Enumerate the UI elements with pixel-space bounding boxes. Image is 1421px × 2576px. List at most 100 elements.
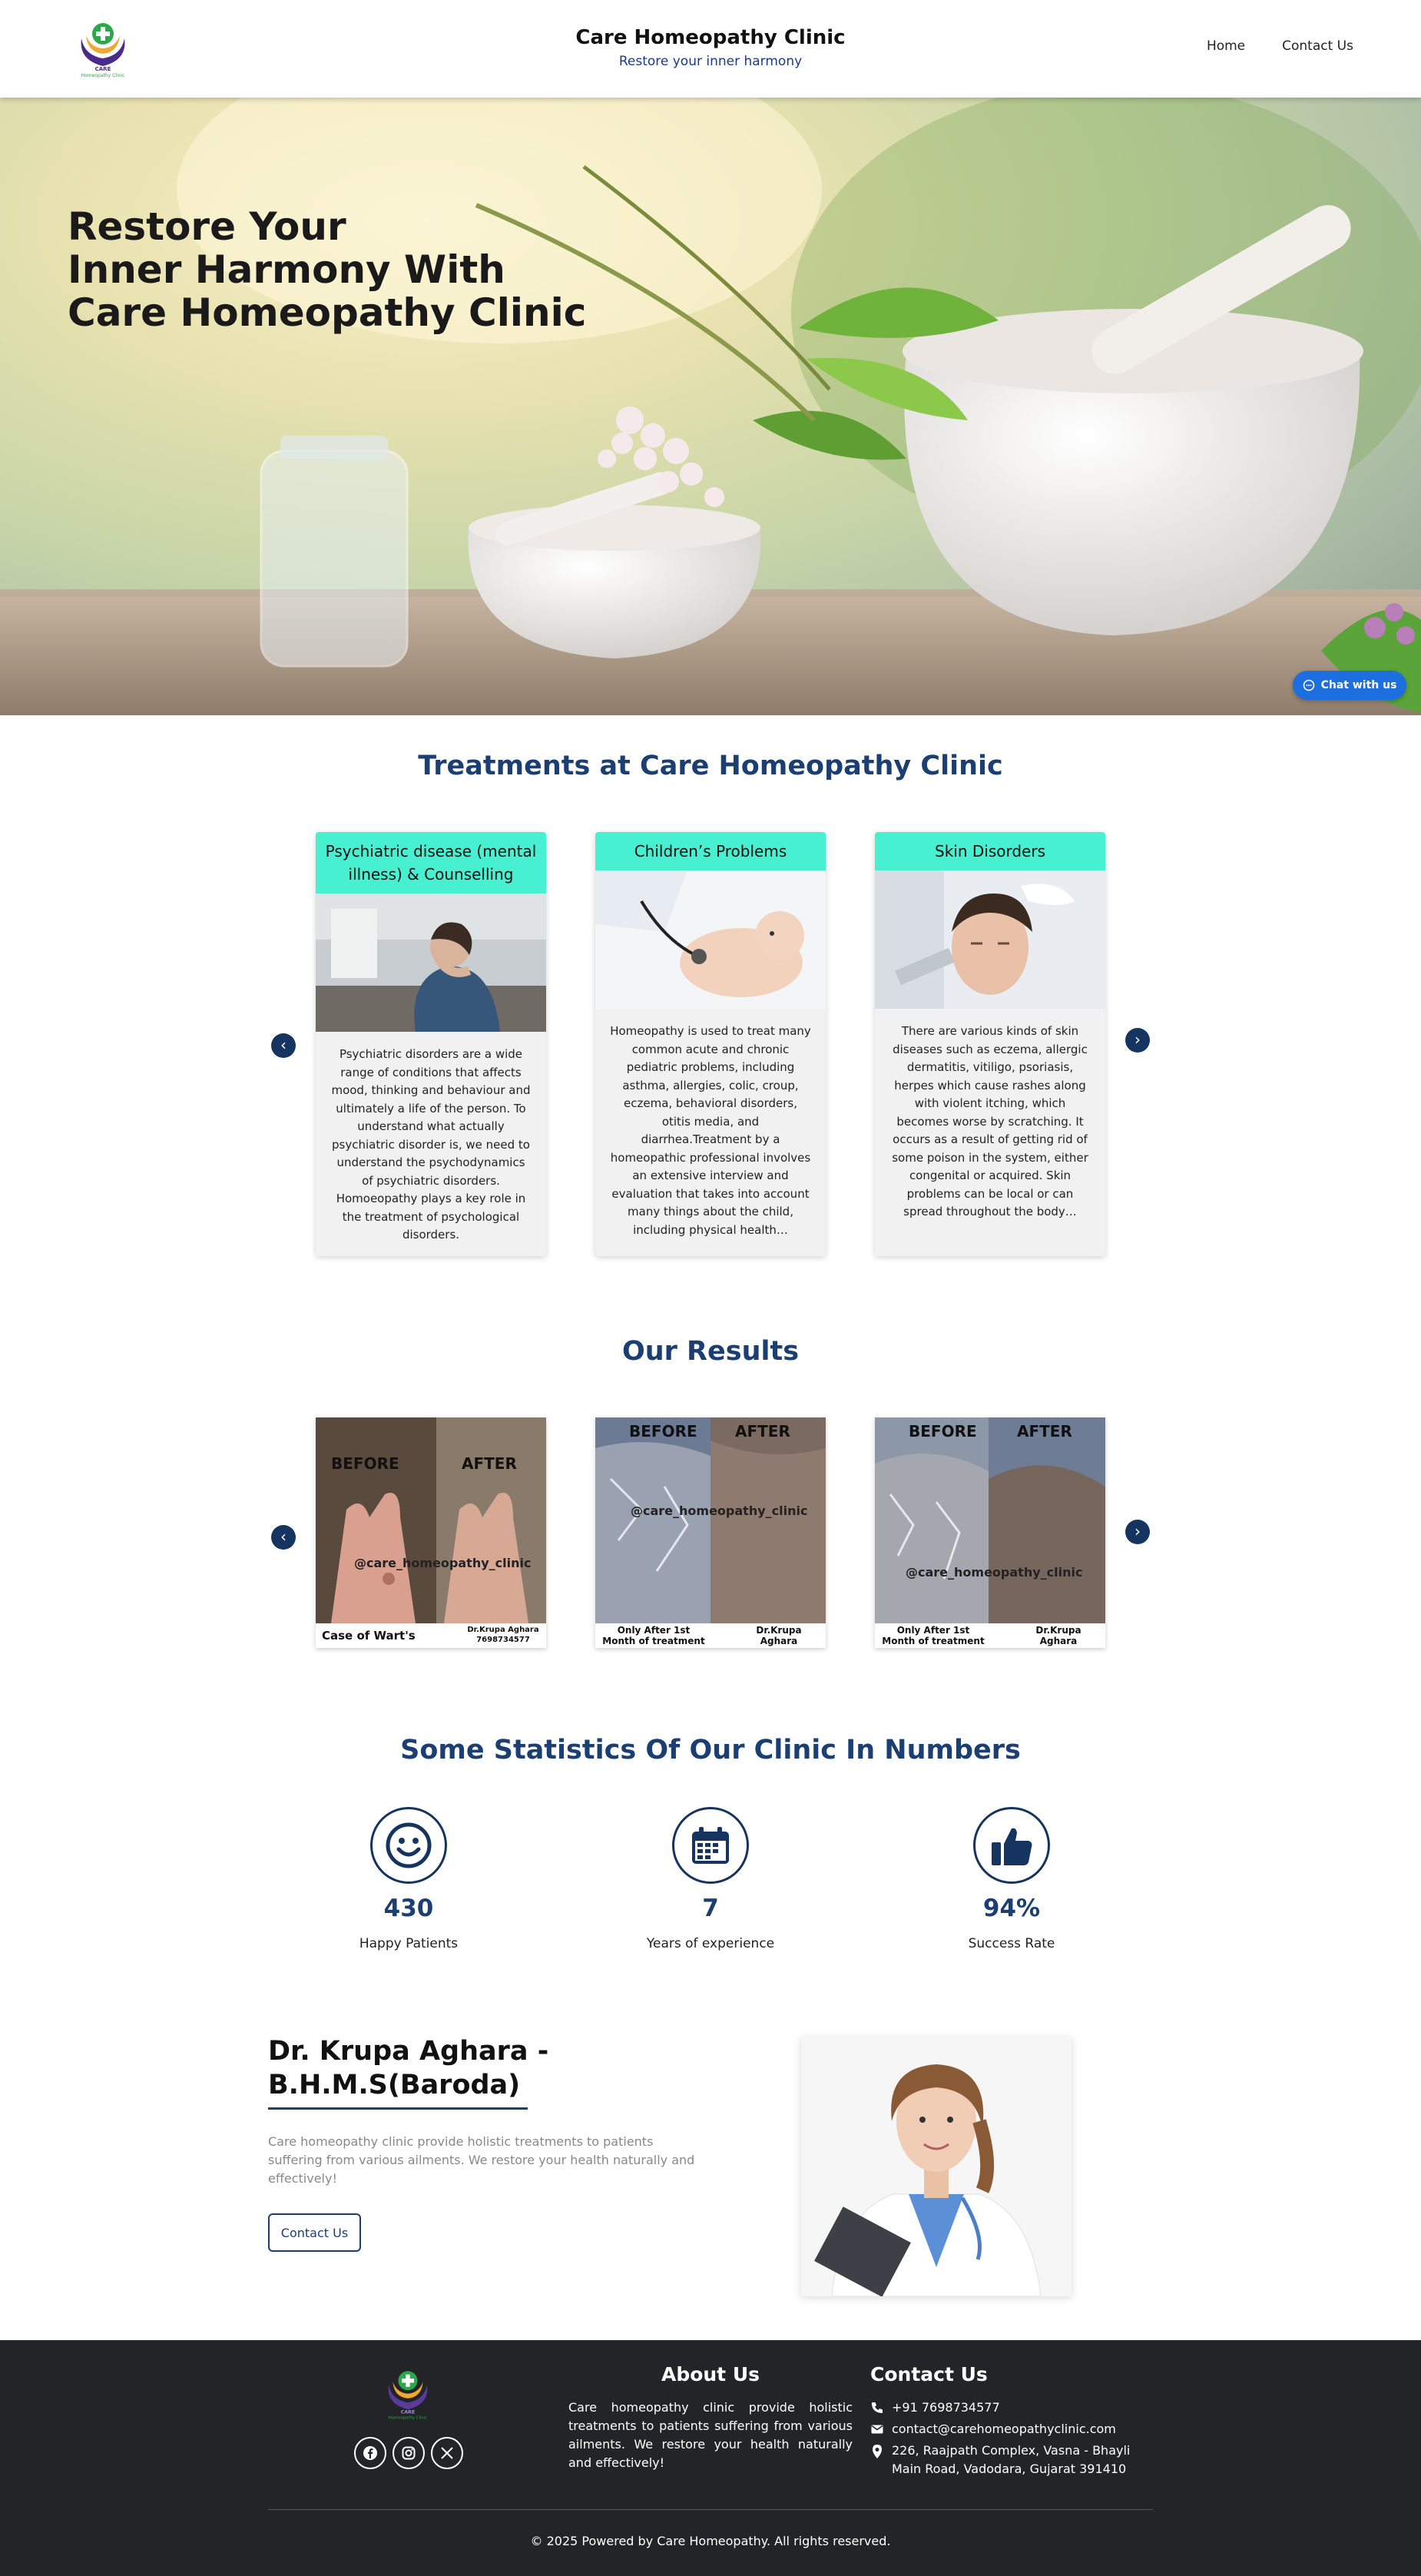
result-phone: 7698734577	[1016, 1646, 1101, 1648]
result-caption-bar: Only After 1st Month of treatment Dr.Kru…	[595, 1623, 826, 1648]
stat-label: Happy Patients	[359, 1936, 459, 1951]
stat-label: Success Rate	[968, 1936, 1055, 1951]
svg-text:Homeopathy Clinic: Homeopathy Clinic	[81, 73, 125, 78]
result-doctor: Dr.Krupa Aghara	[1035, 1625, 1081, 1646]
thumbs-up-icon	[992, 1828, 1032, 1865]
result-doctor-info: Dr.Krupa Aghara 7698734577	[737, 1625, 821, 1648]
brand: Care Homeopathy Clinic Restore your inne…	[480, 26, 941, 69]
hero-banner: Restore Your Inner Harmony With Care Hom…	[0, 98, 1421, 715]
result-caption-bar: Only After 1st Month of treatment Dr.Kru…	[875, 1623, 1105, 1648]
result-doctor-info: Dr.Krupa Aghara 7698734577	[1016, 1625, 1101, 1648]
results-prev-arrow[interactable]: ‹	[271, 1525, 296, 1550]
svg-text:CARE: CARE	[95, 66, 111, 72]
results-next-arrow[interactable]: ›	[1125, 1520, 1150, 1544]
chat-label: Chat with us	[1320, 679, 1397, 691]
results-title: Our Results	[621, 1336, 800, 1367]
treatment-card-title: Children’s Problems	[595, 832, 826, 870]
after-image	[710, 1417, 826, 1623]
treatment-image-psychiatric	[316, 893, 546, 1032]
clinic-logo[interactable]: CARE Homeopathy Clinic	[68, 12, 138, 80]
result-phone: 7698734577	[737, 1646, 821, 1648]
treatments-prev-arrow[interactable]: ‹	[271, 1033, 296, 1058]
stat-icon-ring	[672, 1807, 749, 1884]
mail-icon	[871, 2425, 883, 2434]
facebook-icon	[363, 2446, 377, 2460]
instagram-icon	[402, 2446, 416, 2460]
stat-icon-ring	[370, 1807, 447, 1884]
footer-divider	[268, 2509, 1153, 2510]
footer-email[interactable]: contact@carehomeopathyclinic.com	[870, 2420, 1116, 2438]
footer-logo[interactable]: CARE Homeopathy Clinic	[376, 2360, 439, 2423]
doctor-underline	[268, 2107, 528, 2110]
doctor-name-line: Dr. Krupa Aghara -	[268, 2036, 549, 2067]
treatment-card-text: Psychiatric disorders are a wide range o…	[331, 1047, 531, 1242]
result-caption: Only After 1st Month of treatment	[602, 1625, 705, 1646]
hero-title-line: Inner Harmony With	[68, 247, 505, 292]
footer-address-text: 226, Raajpath Complex, Vasna - Bhayli Ma…	[892, 2443, 1131, 2476]
footer-email-text: contact@carehomeopathyclinic.com	[892, 2422, 1116, 2436]
before-image	[316, 1417, 436, 1623]
footer-phone[interactable]: +91 7698734577	[870, 2399, 1000, 2417]
treatment-card[interactable]: Psychiatric disease (mental illness) & C…	[316, 832, 546, 1256]
footer-about-text: Care homeopathy clinic provide holistic …	[568, 2400, 853, 2470]
treatment-card[interactable]: Skin Disorders There are various kinds o…	[875, 832, 1105, 1256]
doctor-illustration	[801, 2037, 1072, 2296]
footer-phone-text: +91 7698734577	[892, 2400, 1000, 2415]
nav-home[interactable]: Home	[1207, 38, 1245, 54]
treatment-card[interactable]: Children’s Problems Homeopathy is used t…	[595, 832, 826, 1256]
facebook-link[interactable]	[354, 2437, 386, 2469]
nav-contact-us[interactable]: Contact Us	[1282, 38, 1353, 54]
hero-title: Restore Your Inner Harmony With Care Hom…	[68, 205, 586, 334]
after-label: AFTER	[735, 1422, 790, 1441]
before-image	[875, 1417, 989, 1623]
result-watermark: @care_homeopathy_clinic	[354, 1556, 532, 1570]
hero-title-line: Care Homeopathy Clinic	[68, 290, 587, 335]
stat-icon-ring	[973, 1807, 1050, 1884]
smile-icon	[386, 1822, 432, 1868]
after-image	[436, 1417, 546, 1623]
treatments-title: Treatments at Care Homeopathy Clinic	[418, 751, 1003, 781]
x-twitter-link[interactable]	[431, 2437, 463, 2469]
site-footer: CARE Homeopathy Clinic About Us Care hom…	[0, 2340, 1421, 2576]
before-label: BEFORE	[909, 1422, 977, 1441]
result-phone: 7698734577	[476, 1636, 530, 1644]
treatment-card-title: Skin Disorders	[875, 832, 1105, 870]
contact-us-button[interactable]: Contact Us	[268, 2213, 361, 2252]
site-header: CARE Homeopathy Clinic Care Homeopathy C…	[0, 0, 1421, 98]
result-card[interactable]: BEFORE AFTER @care_homeopathy_clinic Onl…	[595, 1417, 826, 1648]
chat-with-us-button[interactable]: Chat with us	[1293, 671, 1406, 700]
result-doctor-info: Dr.Krupa Aghara 7698734577	[465, 1625, 542, 1645]
treatment-image-child	[595, 870, 826, 1009]
result-caption: Only After 1st Month of treatment	[882, 1625, 985, 1646]
result-caption: Case of Wart's	[322, 1629, 416, 1643]
after-label: AFTER	[1017, 1422, 1072, 1441]
doctor-name: Dr. Krupa Aghara - B.H.M.S(Baroda)	[268, 2034, 548, 2102]
x-icon	[441, 2447, 453, 2459]
result-card[interactable]: BEFORE AFTER @care_homeopathy_clinic Cas…	[316, 1417, 546, 1648]
site-title: Care Homeopathy Clinic	[575, 26, 846, 49]
stat-label: Years of experience	[646, 1936, 775, 1951]
result-card[interactable]: BEFORE AFTER @care_homeopathy_clinic Onl…	[875, 1417, 1105, 1648]
location-pin-icon	[873, 2445, 882, 2458]
doctor-photo	[801, 2037, 1072, 2296]
hero-image	[0, 98, 1421, 715]
footer-address: 226, Raajpath Complex, Vasna - Bhayli Ma…	[870, 2442, 1147, 2478]
treatment-card-title: Psychiatric disease (mental illness) & C…	[316, 832, 546, 893]
stat-value: 94%	[982, 1895, 1041, 1922]
svg-text:Homeopathy Clinic: Homeopathy Clinic	[389, 2416, 427, 2421]
hero-title-line: Restore Your	[68, 204, 346, 249]
treatment-card-text: Homeopathy is used to treat many common …	[610, 1024, 811, 1237]
stats-title: Some Statistics Of Our Clinic In Numbers	[400, 1735, 1021, 1765]
chat-icon	[1303, 679, 1314, 691]
calendar-icon	[692, 1827, 729, 1864]
treatments-next-arrow[interactable]: ›	[1125, 1028, 1150, 1053]
after-label: AFTER	[462, 1454, 517, 1473]
footer-copyright: © 2025 Powered by Care Homeopathy. All r…	[530, 2534, 891, 2548]
result-watermark: @care_homeopathy_clinic	[906, 1565, 1083, 1580]
result-watermark: @care_homeopathy_clinic	[631, 1503, 808, 1518]
instagram-link[interactable]	[393, 2437, 425, 2469]
treatment-card-text: There are various kinds of skin diseases…	[892, 1024, 1088, 1218]
svg-text:CARE: CARE	[401, 2410, 415, 2415]
before-image	[595, 1417, 710, 1623]
stat-years-experience: 7 Years of experience	[588, 1807, 833, 1951]
